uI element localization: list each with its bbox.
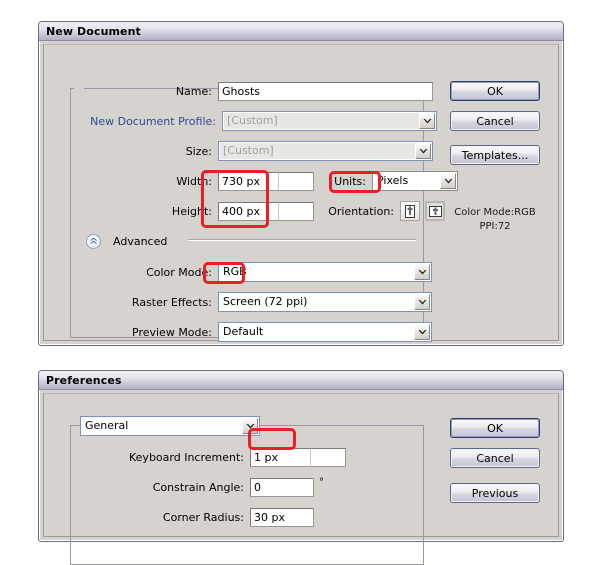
info-color-mode: Color Mode:RGB bbox=[454, 207, 536, 218]
units-combobox[interactable]: Pixels bbox=[372, 171, 458, 191]
keyboard-increment-label: Keyboard Increment: bbox=[129, 450, 244, 464]
height-row: Height: 400 px Orientation: bbox=[154, 201, 484, 221]
chevron-down-icon[interactable] bbox=[242, 418, 258, 434]
size-combobox[interactable]: [Custom] bbox=[218, 141, 433, 161]
keyboard-increment-row: Keyboard Increment: 1 px bbox=[126, 447, 426, 467]
chevron-down-icon[interactable] bbox=[440, 173, 456, 189]
new-document-body: Name: Ghosts New Document Profile: [Cust… bbox=[43, 44, 559, 342]
chevron-down-icon[interactable] bbox=[414, 324, 430, 340]
advanced-divider bbox=[188, 239, 416, 241]
height-label: Height: bbox=[171, 204, 212, 218]
new-document-titlebar[interactable]: New Document bbox=[39, 22, 563, 41]
advanced-label: Advanced bbox=[113, 234, 168, 248]
size-row: Size: [Custom] bbox=[154, 141, 484, 161]
name-row: Name: Ghosts bbox=[154, 81, 474, 101]
constrain-angle-label: Constrain Angle: bbox=[152, 480, 244, 494]
preview-mode-value: Default bbox=[220, 324, 414, 340]
raster-effects-combobox[interactable]: Screen (72 ppi) bbox=[218, 292, 432, 312]
keyboard-increment-input[interactable]: 1 px bbox=[250, 447, 310, 467]
profile-groupbox-legend bbox=[74, 81, 84, 94]
profile-row: New Document Profile: [Custom] bbox=[72, 111, 472, 131]
preferences-ok-button[interactable]: OK bbox=[450, 418, 540, 438]
keyboard-increment-spinner[interactable]: 1 px bbox=[250, 447, 346, 467]
preferences-dialog: Preferences General Keyboard Increment: … bbox=[38, 370, 564, 565]
constrain-angle-unit: ° bbox=[319, 477, 324, 488]
advanced-disclosure-button[interactable] bbox=[86, 233, 101, 249]
width-label: Width: bbox=[176, 174, 212, 188]
name-input[interactable]: Ghosts bbox=[218, 81, 433, 101]
raster-effects-value: Screen (72 ppi) bbox=[220, 294, 414, 310]
corner-radius-row: Corner Radius: 30 px bbox=[126, 507, 426, 527]
preferences-category-value: General bbox=[82, 418, 242, 434]
preferences-previous-button[interactable]: Previous bbox=[450, 483, 540, 503]
new-document-cancel-button[interactable]: Cancel bbox=[450, 111, 540, 131]
width-spinner-blank bbox=[278, 171, 314, 191]
width-spinner[interactable]: 730 px bbox=[218, 171, 314, 191]
size-label: Size: bbox=[185, 144, 212, 158]
raster-effects-row: Raster Effects: Screen (72 ppi) bbox=[126, 292, 456, 312]
landscape-page-icon bbox=[428, 205, 442, 217]
raster-effects-label: Raster Effects: bbox=[131, 295, 212, 309]
chevron-down-icon[interactable] bbox=[414, 264, 430, 280]
info-ppi: PPI:72 bbox=[479, 221, 511, 232]
templates-button[interactable]: Templates... bbox=[450, 145, 540, 165]
constrain-angle-input[interactable]: 0 bbox=[250, 477, 314, 497]
constrain-angle-row: Constrain Angle: 0 ° bbox=[126, 477, 426, 497]
corner-radius-input[interactable]: 30 px bbox=[250, 507, 314, 527]
preferences-cancel-button[interactable]: Cancel bbox=[450, 448, 540, 468]
profile-value: [Custom] bbox=[224, 113, 419, 129]
profile-label: New Document Profile: bbox=[72, 114, 216, 128]
color-mode-label: Color Mode: bbox=[146, 265, 212, 279]
height-spinner[interactable]: 400 px bbox=[218, 201, 314, 221]
new-document-title: New Document bbox=[46, 24, 141, 38]
keyboard-increment-blank bbox=[310, 447, 346, 467]
profile-combobox[interactable]: [Custom] bbox=[222, 111, 437, 131]
corner-radius-label: Corner Radius: bbox=[162, 510, 244, 524]
preview-mode-label: Preview Mode: bbox=[132, 325, 212, 339]
height-spinner-blank bbox=[278, 201, 314, 221]
preferences-body: General Keyboard Increment: 1 px Constra… bbox=[43, 393, 559, 565]
preferences-title: Preferences bbox=[46, 373, 122, 387]
preferences-category-combobox[interactable]: General bbox=[80, 416, 260, 436]
chevron-down-icon[interactable] bbox=[414, 294, 430, 310]
portrait-page-icon bbox=[405, 204, 415, 218]
name-label: Name: bbox=[175, 84, 212, 98]
chevron-down-icon[interactable] bbox=[419, 113, 435, 129]
width-row: Width: 730 px Units: Pixels bbox=[154, 171, 484, 191]
size-value: [Custom] bbox=[220, 143, 415, 159]
advanced-row: Advanced bbox=[86, 231, 436, 251]
orientation-portrait-button[interactable] bbox=[400, 201, 420, 221]
units-label: Units: bbox=[334, 174, 366, 188]
new-document-ok-button[interactable]: OK bbox=[450, 81, 540, 101]
chevron-double-up-icon bbox=[90, 237, 97, 244]
preview-mode-combobox[interactable]: Default bbox=[218, 322, 432, 342]
preview-mode-row: Preview Mode: Default bbox=[126, 322, 456, 342]
new-document-dialog: New Document Name: Ghosts New Document P… bbox=[38, 21, 564, 346]
units-value: Pixels bbox=[374, 173, 440, 189]
chevron-down-icon[interactable] bbox=[415, 143, 431, 159]
height-input[interactable]: 400 px bbox=[218, 201, 278, 221]
preferences-titlebar[interactable]: Preferences bbox=[39, 371, 563, 390]
orientation-label: Orientation: bbox=[328, 204, 394, 218]
color-mode-combobox[interactable]: RGB bbox=[218, 262, 432, 282]
color-mode-value: RGB bbox=[220, 264, 414, 280]
color-mode-row: Color Mode: RGB bbox=[126, 262, 456, 282]
width-input[interactable]: 730 px bbox=[218, 171, 278, 191]
